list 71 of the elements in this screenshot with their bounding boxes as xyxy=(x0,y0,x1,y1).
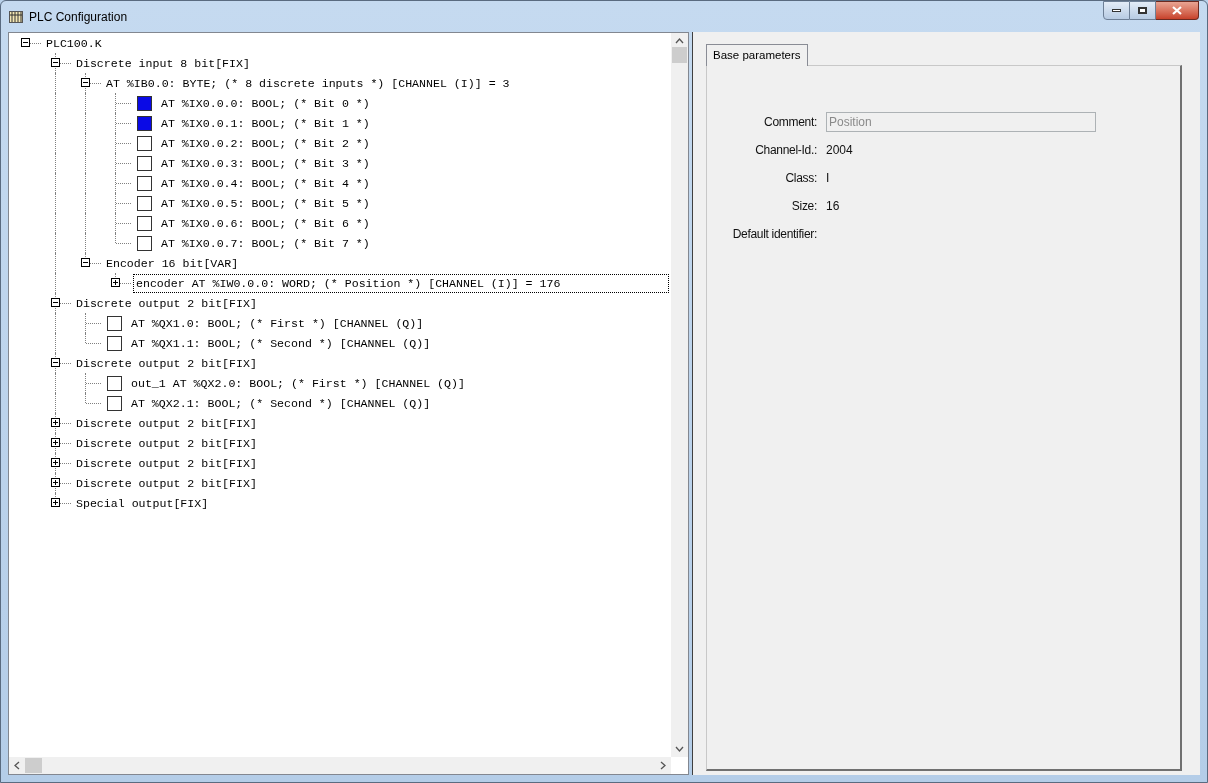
checkbox[interactable] xyxy=(107,315,122,331)
scroll-up-icon[interactable] xyxy=(675,38,684,44)
maximize-button[interactable] xyxy=(1130,1,1156,20)
tree-item[interactable]: AT %QX2.1: BOOL; (* Second *) [CHANNEL (Q)] xyxy=(128,393,434,413)
tree-item[interactable]: Discrete output 2 bit[FIX] xyxy=(73,353,260,373)
field-label: Channel-Id.: xyxy=(754,142,817,159)
expand-toggle[interactable] xyxy=(51,458,60,467)
scrollbar-thumb[interactable] xyxy=(25,758,42,773)
tree-item[interactable]: PLC100.K xyxy=(43,33,105,53)
scroll-right-icon[interactable] xyxy=(660,761,666,770)
minimize-button[interactable] xyxy=(1103,1,1130,20)
expand-toggle[interactable] xyxy=(111,278,120,287)
tree-item[interactable]: Encoder 16 bit[VAR] xyxy=(103,253,242,273)
tab[interactable]: Base parameters xyxy=(706,44,808,66)
window-title: PLC Configuration xyxy=(29,8,128,26)
scrollbar-thumb[interactable] xyxy=(672,47,687,63)
close-icon xyxy=(1172,6,1182,15)
field-label: Class: xyxy=(784,170,817,187)
tree-item[interactable]: AT %IX0.0.6: BOOL; (* Bit 6 *) xyxy=(158,213,373,233)
collapse-toggle[interactable] xyxy=(81,78,90,87)
tree-item[interactable]: AT %IX0.0.5: BOOL; (* Bit 5 *) xyxy=(158,193,373,213)
collapse-toggle[interactable] xyxy=(51,358,60,367)
collapse-toggle[interactable] xyxy=(51,298,60,307)
expand-toggle[interactable] xyxy=(51,498,60,507)
checkbox[interactable] xyxy=(107,335,122,351)
checkbox[interactable] xyxy=(137,235,152,251)
horizontal-scrollbar[interactable] xyxy=(9,757,671,774)
scroll-down-icon[interactable] xyxy=(675,746,684,752)
field-label: Size: xyxy=(790,198,817,215)
tree-item[interactable]: Discrete output 2 bit[FIX] xyxy=(73,293,260,313)
checkbox[interactable] xyxy=(137,115,152,131)
tree-item[interactable]: AT %QX1.0: BOOL; (* First *) [CHANNEL (Q)] xyxy=(128,313,427,333)
checkbox[interactable] xyxy=(137,175,152,191)
field-value: 16 xyxy=(826,198,840,215)
tree-item[interactable]: AT %IB0.0: BYTE; (* 8 discrete inputs *) [CHANNEL (I)] = 3 xyxy=(103,73,513,93)
tree-item[interactable]: AT %IX0.0.0: BOOL; (* Bit 0 *) xyxy=(158,93,373,113)
checkbox[interactable] xyxy=(107,395,122,411)
field-value: I xyxy=(826,170,830,187)
tree-item[interactable]: Discrete output 2 bit[FIX] xyxy=(73,453,260,473)
tree-item[interactable]: Discrete input 8 bit[FIX] xyxy=(73,53,253,73)
expand-toggle[interactable] xyxy=(51,418,60,427)
tree-item[interactable]: AT %IX0.0.2: BOOL; (* Bit 2 *) xyxy=(158,133,373,153)
tree-item[interactable]: encoder AT %IW0.0.0: WORD; (* Position *) [CHANNEL (I)] = 176 xyxy=(133,273,669,293)
checkbox[interactable] xyxy=(137,195,152,211)
app-icon xyxy=(9,10,23,23)
expand-toggle[interactable] xyxy=(51,438,60,447)
field-label: Comment: xyxy=(763,114,817,131)
tree-item[interactable]: Discrete output 2 bit[FIX] xyxy=(73,433,260,453)
checkbox[interactable] xyxy=(137,135,152,151)
checkbox[interactable] xyxy=(137,95,152,111)
scroll-left-icon[interactable] xyxy=(14,761,20,770)
tree-item[interactable]: out_1 AT %QX2.0: BOOL; (* First *) [CHANNEL (Q)] xyxy=(128,373,468,393)
checkbox[interactable] xyxy=(137,215,152,231)
tree-item[interactable]: AT %IX0.0.7: BOOL; (* Bit 7 *) xyxy=(158,233,373,253)
vertical-scrollbar[interactable] xyxy=(671,33,688,757)
tree-item[interactable]: AT %IX0.0.1: BOOL; (* Bit 1 *) xyxy=(158,113,373,133)
field-label: Default identifier: xyxy=(731,226,817,243)
tree-item[interactable]: Discrete output 2 bit[FIX] xyxy=(73,413,260,433)
tree-item[interactable]: Discrete output 2 bit[FIX] xyxy=(73,473,260,493)
tree-item[interactable]: Special output[FIX] xyxy=(73,493,212,513)
close-button[interactable] xyxy=(1156,1,1199,20)
checkbox[interactable] xyxy=(107,375,122,391)
collapse-toggle[interactable] xyxy=(51,58,60,67)
field-value: 2004 xyxy=(826,142,853,159)
tree-item[interactable]: AT %QX1.1: BOOL; (* Second *) [CHANNEL (Q)] xyxy=(128,333,434,353)
collapse-toggle[interactable] xyxy=(81,258,90,267)
expand-toggle[interactable] xyxy=(51,478,60,487)
tree-item[interactable]: AT %IX0.0.3: BOOL; (* Bit 3 *) xyxy=(158,153,373,173)
tree-item[interactable]: AT %IX0.0.4: BOOL; (* Bit 4 *) xyxy=(158,173,373,193)
checkbox[interactable] xyxy=(137,155,152,171)
collapse-toggle[interactable] xyxy=(21,38,30,47)
